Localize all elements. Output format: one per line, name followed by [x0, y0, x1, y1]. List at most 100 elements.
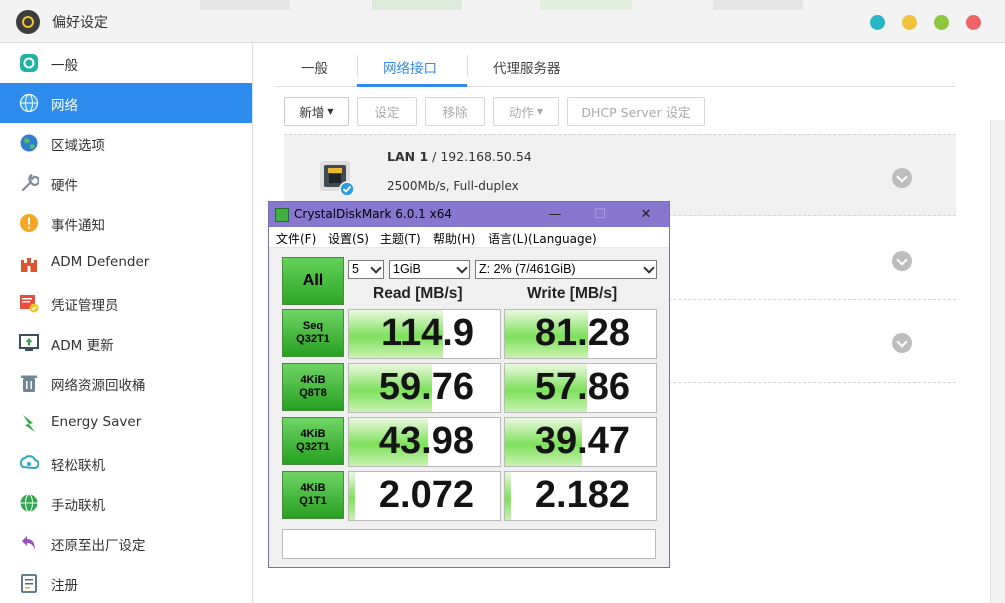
row-label-line2: Q32T1	[296, 441, 330, 453]
cdm-menubar: 文件(F) 设置(S) 主题(T) 帮助(H) 语言(L)(Language)	[269, 227, 669, 248]
tab-general[interactable]: 一般	[301, 57, 328, 77]
sidebar-item-adm-defender[interactable]: ADM Defender	[0, 243, 252, 283]
dhcp-server-settings-button[interactable]: DHCP Server 设定	[567, 97, 705, 126]
test-size-value: 1GiB	[393, 262, 421, 276]
write-result-value: 81.28	[534, 312, 630, 354]
tab-divider	[357, 55, 358, 77]
read-column-header: Read [MB/s]	[373, 285, 463, 302]
read-result-value: 43.98	[378, 420, 474, 462]
register-icon	[21, 574, 37, 593]
write-result-value: 39.47	[534, 420, 630, 462]
active-tab-indicator	[357, 84, 467, 87]
sidebar-item-certificate[interactable]: 凭证管理员	[0, 283, 252, 323]
read-result-cell: 43.98	[348, 417, 501, 467]
lan-title: LAN 1 / 192.168.50.54	[387, 149, 532, 164]
menu-theme[interactable]: 主题(T)	[380, 230, 421, 247]
test-count-select[interactable]: 5	[348, 260, 384, 279]
tab-bar: 一般 网络接口 代理服务器	[275, 43, 955, 87]
window-maximize-button[interactable]	[934, 15, 949, 30]
general-icon	[20, 54, 38, 72]
tab-proxy[interactable]: 代理服务器	[493, 57, 561, 77]
write-result-cell: 57.86	[504, 363, 657, 413]
sidebar-item-notifications[interactable]: 事件通知	[0, 203, 252, 243]
4kib-q1t1-button[interactable]: 4KiB Q1T1	[282, 471, 344, 519]
tab-network-interface[interactable]: 网络接口	[383, 57, 437, 77]
read-result-cell: 59.76	[348, 363, 501, 413]
sidebar-item-label: 区域选项	[51, 138, 105, 154]
sidebar-item-general[interactable]: 一般	[0, 43, 252, 83]
cdm-minimize-button[interactable]: —	[544, 206, 566, 223]
sidebar-item-ezconnect[interactable]: 轻松联机	[0, 443, 252, 483]
crystaldiskmark-app-icon	[275, 208, 289, 222]
read-result-value: 2.072	[378, 474, 474, 516]
sidebar-item-label: 还原至出厂设定	[51, 538, 146, 554]
sidebar-item-network[interactable]: 网络	[0, 83, 252, 123]
alert-icon	[20, 214, 38, 232]
menu-help[interactable]: 帮助(H)	[433, 230, 475, 247]
sidebar-item-label: 硬件	[51, 178, 78, 194]
sidebar-item-label: Energy Saver	[51, 414, 142, 430]
window-pin-button[interactable]	[870, 15, 885, 30]
cdm-close-button[interactable]: ✕	[635, 206, 657, 223]
add-dropdown-button[interactable]: 新增 ▼	[284, 97, 349, 126]
castle-icon	[21, 258, 37, 272]
write-result-cell: 2.182	[504, 471, 657, 521]
background-strip	[540, 0, 632, 10]
row-label-line1: Seq	[302, 320, 324, 332]
menu-file[interactable]: 文件(F)	[276, 230, 316, 247]
row-label-line2: Q1T1	[299, 495, 327, 507]
expand-chevron-icon[interactable]	[892, 168, 912, 188]
sidebar-item-manual-connect[interactable]: 手动联机	[0, 483, 252, 523]
write-result-value: 2.182	[534, 474, 630, 516]
sidebar-item-adm-update[interactable]: ADM 更新	[0, 323, 252, 363]
cdm-maximize-button[interactable]: ☐	[589, 206, 611, 223]
sidebar-item-label: ADM 更新	[51, 338, 114, 354]
result-bar	[349, 472, 356, 520]
write-result-value: 57.86	[534, 366, 630, 408]
seq-q32t1-button[interactable]: Seq Q32T1	[282, 309, 344, 357]
window-titlebar: 偏好设定	[0, 0, 1005, 43]
update-icon	[19, 334, 39, 351]
result-bar	[505, 472, 512, 520]
expand-chevron-icon[interactable]	[892, 333, 912, 353]
window-minimize-button[interactable]	[902, 15, 917, 30]
cdm-window-title: CrystalDiskMark 6.0.1 x64	[294, 207, 452, 221]
4kib-q32t1-button[interactable]: 4KiB Q32T1	[282, 417, 344, 465]
read-result-value: 59.76	[378, 366, 474, 408]
caret-down-icon: ▼	[327, 107, 334, 116]
preferences-app-icon	[16, 10, 40, 34]
background-window-edge	[990, 120, 1005, 603]
run-all-button[interactable]: All	[282, 257, 344, 305]
menu-settings[interactable]: 设置(S)	[328, 230, 369, 247]
menu-language[interactable]: 语言(L)(Language)	[488, 230, 597, 247]
row-label-line2: Q8T8	[299, 387, 327, 399]
sidebar-item-register[interactable]: 注册	[0, 563, 252, 603]
window-close-button[interactable]	[966, 15, 981, 30]
caret-down-icon: ▼	[536, 107, 544, 116]
drive-select[interactable]: Z: 2% (7/461GiB)	[475, 260, 657, 279]
lan-speed: 2500Mb/s, Full-duplex	[387, 179, 519, 193]
remove-button[interactable]: 移除	[425, 97, 485, 126]
restore-icon	[22, 536, 35, 550]
lan-ip: / 192.168.50.54	[428, 149, 532, 164]
write-column-header: Write [MB/s]	[527, 285, 618, 302]
sidebar-item-energy-saver[interactable]: Energy Saver	[0, 403, 252, 443]
expand-chevron-icon[interactable]	[892, 251, 912, 271]
window-title: 偏好设定	[52, 15, 108, 31]
4kib-q8t8-button[interactable]: 4KiB Q8T8	[282, 363, 344, 411]
chevron-down-icon	[643, 262, 655, 274]
ethernet-port-icon	[320, 161, 354, 195]
chevron-down-icon	[370, 262, 382, 274]
sidebar-item-label: ADM Defender	[51, 254, 150, 270]
sidebar-item-hardware[interactable]: 硬件	[0, 163, 252, 203]
action-dropdown-button[interactable]: 动作 ▼	[493, 97, 559, 126]
read-result-cell: 114.9	[348, 309, 501, 359]
sidebar-item-recycle-bin[interactable]: 网络资源回收桶	[0, 363, 252, 403]
settings-button[interactable]: 设定	[357, 97, 417, 126]
comment-input[interactable]	[282, 529, 656, 559]
write-result-cell: 81.28	[504, 309, 657, 359]
test-size-select[interactable]: 1GiB	[389, 260, 470, 279]
sidebar-item-region[interactable]: 区域选项	[0, 123, 252, 163]
crystaldiskmark-window: CrystalDiskMark 6.0.1 x64 — ☐ ✕ 文件(F) 设置…	[268, 201, 670, 568]
sidebar-item-restore[interactable]: 还原至出厂设定	[0, 523, 252, 563]
